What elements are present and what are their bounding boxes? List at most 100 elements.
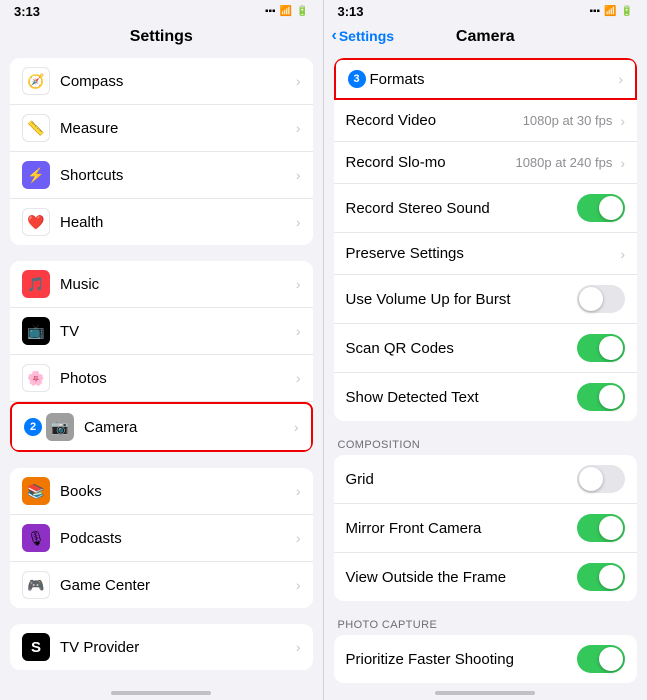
podcasts-chevron: › [296,530,301,546]
record-slomo-label: Record Slo-mo [346,154,516,171]
left-panel: 3:13 ▪▪▪ 📶 🔋 Settings 🧭 Compass › 📏 Meas… [0,0,324,700]
list-item-measure[interactable]: 📏 Measure › [10,105,313,152]
right-item-view-outside[interactable]: View Outside the Frame [334,553,638,601]
scan-qr-toggle[interactable] [577,334,625,362]
right-panel: 3:13 ▪▪▪ 📶 🔋 ‹ Settings Camera 3 Formats… [324,0,647,700]
left-header-title: Settings [130,28,193,45]
shortcuts-label: Shortcuts [60,167,292,184]
record-slomo-chevron: › [620,155,625,171]
music-icon: 🎵 [22,270,50,298]
preserve-settings-label: Preserve Settings [346,245,617,262]
left-time: 3:13 [14,4,40,19]
view-outside-toggle[interactable] [577,563,625,591]
show-detected-label: Show Detected Text [346,389,578,406]
right-item-grid[interactable]: Grid [334,455,638,504]
battery-icon: 🔋 [296,6,308,17]
right-status-bar: 3:13 ▪▪▪ 📶 🔋 [324,0,647,22]
right-item-show-detected[interactable]: Show Detected Text [334,373,638,421]
list-item-camera[interactable]: 2 📷 Camera › [10,402,313,452]
grid-toggle[interactable] [577,465,625,493]
photo-capture-section: Prioritize Faster Shooting [334,635,638,683]
right-home-bar [324,686,647,700]
record-video-chevron: › [620,113,625,129]
podcasts-label: Podcasts [60,530,292,547]
record-stereo-toggle[interactable] [577,194,625,222]
list-item-photos[interactable]: 🌸 Photos › [10,355,313,402]
measure-icon: 📏 [22,114,50,142]
shortcuts-icon: ⚡ [22,161,50,189]
music-label: Music [60,276,292,293]
left-status-bar: 3:13 ▪▪▪ 📶 🔋 [0,0,323,22]
back-chevron-icon: ‹ [332,27,337,45]
camera-main-section: 3 Formats › Record Video 1080p at 30 fps… [334,58,638,421]
record-video-label: Record Video [346,112,523,129]
compass-icon: 🧭 [22,67,50,95]
right-settings-list[interactable]: 3 Formats › Record Video 1080p at 30 fps… [324,50,647,686]
gamecenter-chevron: › [296,577,301,593]
right-item-preserve-settings[interactable]: Preserve Settings › [334,233,638,275]
tv-icon: 📺 [22,317,50,345]
list-item-compass[interactable]: 🧭 Compass › [10,58,313,105]
right-item-formats[interactable]: 3 Formats › [334,58,638,100]
grid-label: Grid [346,471,578,488]
section-tvprovider: S TV Provider › [10,624,313,670]
right-time: 3:13 [338,4,364,19]
photos-icon: 🌸 [22,364,50,392]
volume-burst-toggle[interactable] [577,285,625,313]
right-item-scan-qr[interactable]: Scan QR Codes [334,324,638,373]
right-item-volume-burst[interactable]: Use Volume Up for Burst [334,275,638,324]
section-utilities: 🧭 Compass › 📏 Measure › ⚡ Shortcuts › ❤️… [10,58,313,245]
record-slomo-value: 1080p at 240 fps [515,155,612,170]
right-item-prioritize-faster[interactable]: Prioritize Faster Shooting [334,635,638,683]
back-button[interactable]: ‹ Settings [332,27,395,45]
camera-icon: 📷 [46,413,74,441]
tv-chevron: › [296,323,301,339]
photo-capture-section-label: PHOTO CAPTURE [324,609,647,635]
tv-label: TV [60,323,292,340]
wifi-icon: 📶 [280,6,292,17]
right-item-record-stereo[interactable]: Record Stereo Sound [334,184,638,233]
gamecenter-label: Game Center [60,577,292,594]
section-media: 🎵 Music › 📺 TV › 🌸 Photos › 2 📷 Camera › [10,261,313,452]
compass-label: Compass [60,73,292,90]
view-outside-label: View Outside the Frame [346,569,578,586]
right-nav-header: ‹ Settings Camera [324,22,647,50]
right-item-mirror-front[interactable]: Mirror Front Camera [334,504,638,553]
list-item-music[interactable]: 🎵 Music › [10,261,313,308]
shortcuts-chevron: › [296,167,301,183]
r-signal-icon: ▪▪▪ [589,6,600,17]
list-item-health[interactable]: ❤️ Health › [10,199,313,245]
right-status-icons: ▪▪▪ 📶 🔋 [589,6,633,17]
health-icon: ❤️ [22,208,50,236]
list-item-books[interactable]: 📚 Books › [10,468,313,515]
mirror-front-toggle[interactable] [577,514,625,542]
right-item-record-video[interactable]: Record Video 1080p at 30 fps › [334,100,638,142]
show-detected-toggle[interactable] [577,383,625,411]
left-settings-list[interactable]: 🧭 Compass › 📏 Measure › ⚡ Shortcuts › ❤️… [0,50,323,686]
camera-label: Camera [84,419,290,436]
list-item-shortcuts[interactable]: ⚡ Shortcuts › [10,152,313,199]
right-item-record-slomo[interactable]: Record Slo-mo 1080p at 240 fps › [334,142,638,184]
books-chevron: › [296,483,301,499]
photos-label: Photos [60,370,292,387]
back-label: Settings [339,28,394,44]
mirror-front-label: Mirror Front Camera [346,520,578,537]
tvprovider-chevron: › [296,639,301,655]
right-home-bar-line [435,691,535,695]
podcasts-icon: 🎙 [22,524,50,552]
measure-label: Measure [60,120,292,137]
list-item-podcasts[interactable]: 🎙 Podcasts › [10,515,313,562]
volume-burst-label: Use Volume Up for Burst [346,291,578,308]
formats-chevron: › [618,71,623,87]
r-wifi-icon: 📶 [604,6,616,17]
list-item-gamecenter[interactable]: 🎮 Game Center › [10,562,313,608]
measure-chevron: › [296,120,301,136]
gamecenter-icon: 🎮 [22,571,50,599]
prioritize-faster-toggle[interactable] [577,645,625,673]
music-chevron: › [296,276,301,292]
formats-badge: 3 [348,70,366,88]
list-item-tvprovider[interactable]: S TV Provider › [10,624,313,670]
list-item-tv[interactable]: 📺 TV › [10,308,313,355]
record-video-value: 1080p at 30 fps [523,113,613,128]
preserve-settings-chevron: › [620,246,625,262]
